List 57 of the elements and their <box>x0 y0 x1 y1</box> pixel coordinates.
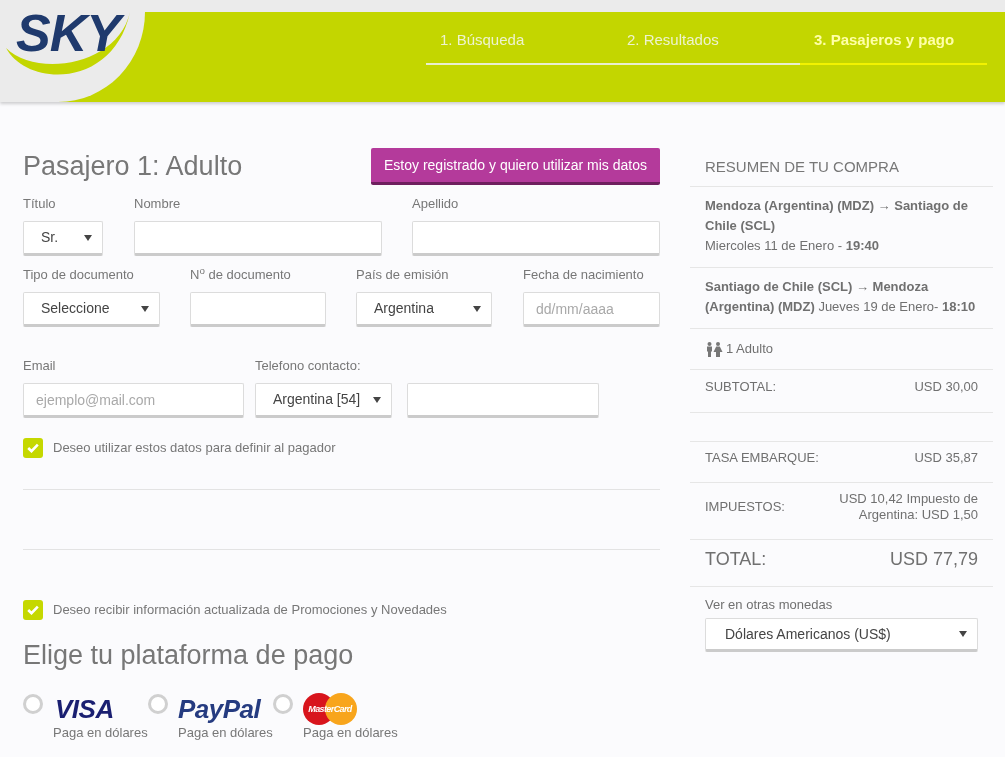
charge-value: USD 30,00 <box>914 379 978 395</box>
caret-down-icon <box>473 305 481 312</box>
field-label: Tipo de documento <box>23 266 134 284</box>
text-field[interactable] <box>190 292 326 327</box>
text-field[interactable]: ejemplo@mail.com <box>23 383 244 418</box>
payment-heading: Elige tu plataforma de pago <box>23 639 354 672</box>
flight-summary: Santiago de Chile (SCL) → Mendoza (Argentina) (MDZ) Jueves 19 de Enero- 18:10 <box>705 278 977 316</box>
caret-down-icon <box>84 234 92 241</box>
dropdown[interactable]: Argentina [54] <box>255 383 392 418</box>
charge-label: IMPUESTOS: <box>705 498 785 516</box>
field-label: Nombre <box>134 195 181 213</box>
passenger-heading: Pasajero 1: Adulto <box>23 150 243 183</box>
field-label: Telefono contacto: <box>255 357 361 375</box>
checkbox-label: Deseo utilizar estos datos para definir al pagador <box>53 439 336 457</box>
caret-down-icon <box>141 305 149 312</box>
field-label: Apellido <box>412 195 459 213</box>
payment-caption: Paga en dólares <box>303 725 398 741</box>
charge-value: USD 10,42 Impuesto de Argentina: USD 1,50 <box>838 491 978 523</box>
visa-logo: VISA <box>54 693 115 724</box>
checkbox-label: Deseo recibir información actualizada de Promociones y Novedades <box>53 601 447 619</box>
currency-label: Ver en otras monedas <box>705 596 833 614</box>
field-label: País de emisión <box>356 266 449 284</box>
dropdown[interactable]: Argentina <box>356 292 492 327</box>
summary-title: RESUMEN DE TU COMPRA <box>705 156 899 177</box>
checkbox[interactable] <box>23 438 43 458</box>
text-field[interactable] <box>134 221 382 256</box>
radio-button[interactable] <box>273 694 293 714</box>
charge-value: USD 35,87 <box>914 450 978 466</box>
dropdown[interactable]: Sr. <box>23 221 103 256</box>
flight-route: Mendoza (Argentina) (MDZ) → Santiago de Chile (SCL) <box>705 197 969 235</box>
passenger-count: 1 Adulto <box>726 340 773 358</box>
caret-down-icon <box>959 631 967 637</box>
caret-down-icon <box>373 396 381 403</box>
checkmark-icon <box>27 443 39 453</box>
currency-select[interactable]: Dólares Americanos (US$) <box>705 618 978 652</box>
checkmark-icon <box>27 605 39 615</box>
people-icon <box>705 341 723 357</box>
payment-caption: Paga en dólares <box>178 725 273 741</box>
charge-label: TASA EMBARQUE: <box>705 449 819 467</box>
checkbox[interactable] <box>23 600 43 620</box>
dropdown[interactable]: Seleccione <box>23 292 160 327</box>
field-label: Email <box>23 357 56 375</box>
text-field[interactable]: dd/mm/aaaa <box>523 292 660 327</box>
radio-button[interactable] <box>23 694 43 714</box>
text-field[interactable] <box>407 383 599 418</box>
field-label: Título <box>23 195 56 213</box>
total-value: USD 77,79 <box>889 548 978 571</box>
charge-label: SUBTOTAL: <box>705 378 777 396</box>
total-label: TOTAL: <box>705 548 767 571</box>
payment-caption: Paga en dólares <box>53 725 148 741</box>
radio-button[interactable] <box>148 694 168 714</box>
registered-user-button[interactable]: Estoy registrado y quiero utilizar mis datos <box>371 148 660 185</box>
flight-schedule: Miercoles 11 de Enero - 19:40 <box>705 237 879 255</box>
text-field[interactable] <box>412 221 660 256</box>
field-label: N$^{o}$ de documento <box>190 265 291 284</box>
field-label: Fecha de nacimiento <box>523 266 644 284</box>
paypal-logo: PayPal <box>178 693 262 724</box>
